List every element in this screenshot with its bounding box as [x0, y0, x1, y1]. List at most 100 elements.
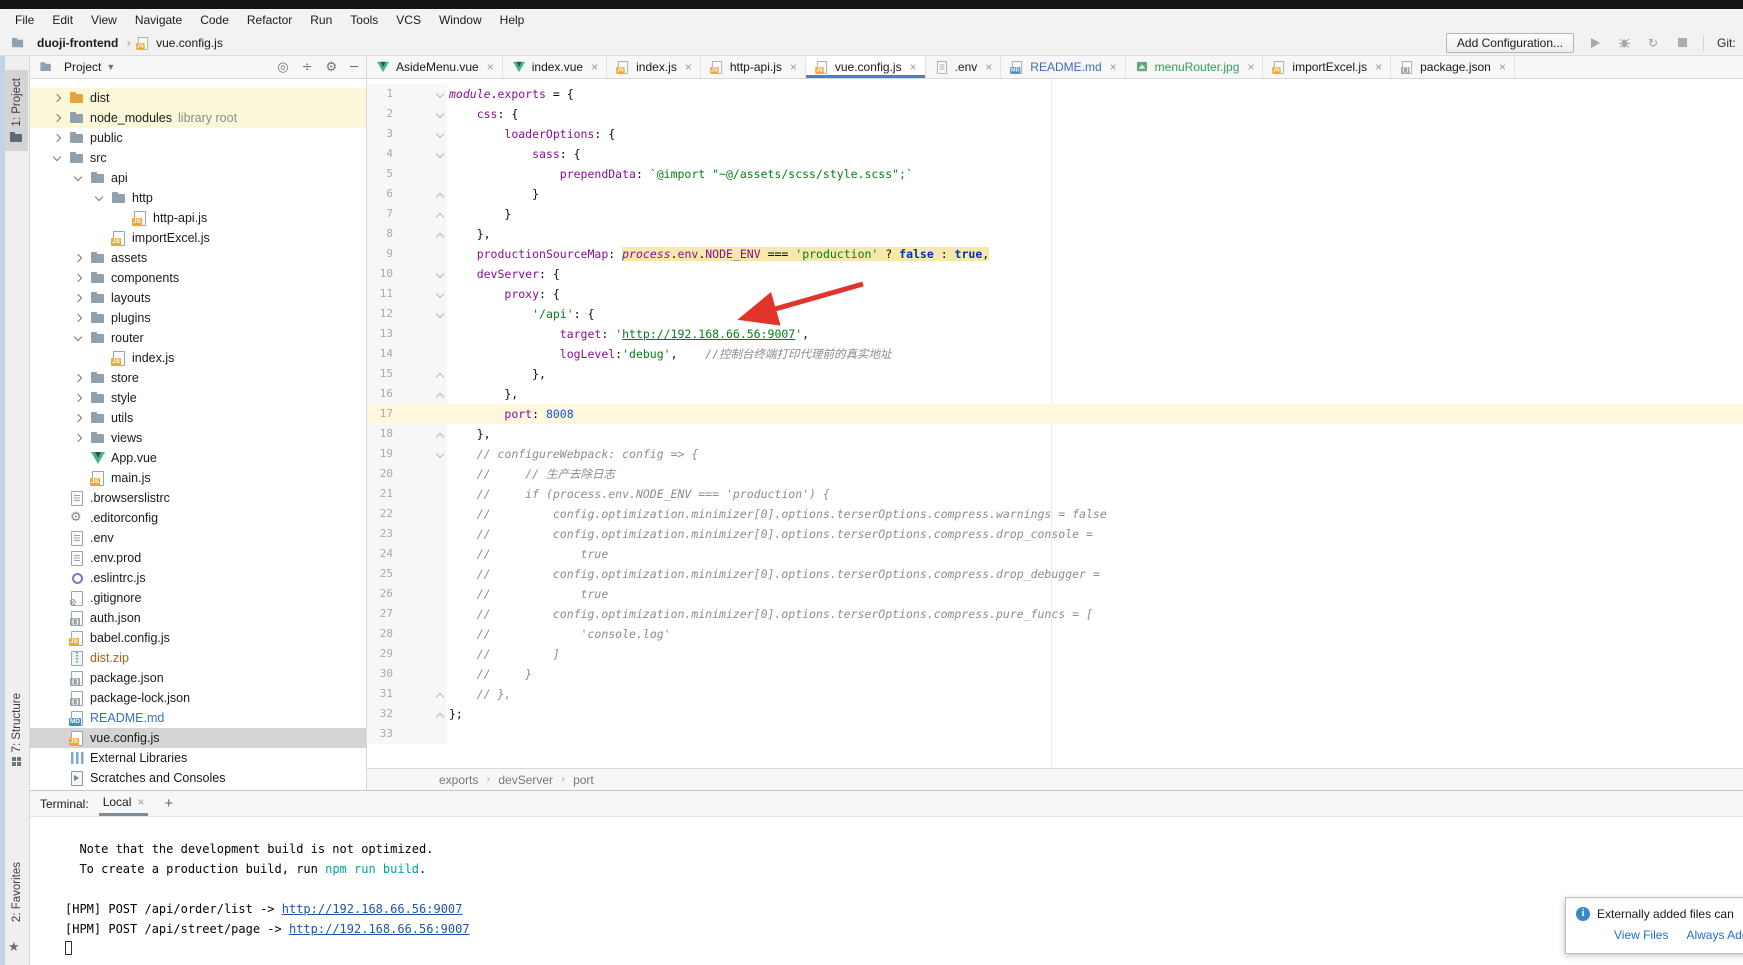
editor-gutter[interactable]: 22	[367, 504, 447, 524]
stripe-button-project[interactable]: 1: Project	[5, 70, 28, 151]
fold-region[interactable]	[433, 271, 447, 277]
editor-gutter[interactable]: 4	[367, 144, 447, 164]
terminal-output[interactable]: Note that the development build is not o…	[30, 817, 1743, 965]
editor-gutter[interactable]: 1	[367, 84, 447, 104]
menu-item-run[interactable]: Run	[301, 13, 341, 27]
tree-expand-icon[interactable]	[53, 134, 61, 142]
editor-gutter[interactable]: 31	[367, 684, 447, 704]
editor-gutter[interactable]: 17	[367, 404, 447, 424]
tree-expand-icon[interactable]	[74, 172, 82, 180]
tree-item-node_modules[interactable]: node_moduleslibrary root	[30, 108, 366, 128]
fold-end-icon[interactable]	[436, 692, 444, 700]
tab-close-icon[interactable]: ×	[1499, 60, 1506, 74]
menu-item-refactor[interactable]: Refactor	[238, 13, 301, 27]
editor-gutter[interactable]: 13	[367, 324, 447, 344]
tree-item-.gitignore[interactable]: .gitignore	[30, 588, 366, 608]
tree-item-dist.zip[interactable]: dist.zip	[30, 648, 366, 668]
tree-expand-icon[interactable]	[53, 114, 61, 122]
new-terminal-session-icon[interactable]: +	[164, 795, 173, 812]
tab-close-icon[interactable]: ×	[910, 60, 917, 74]
tab-close-icon[interactable]: ×	[487, 60, 494, 74]
fold-expanded-icon[interactable]	[436, 130, 444, 138]
editor-gutter[interactable]: 19	[367, 444, 447, 464]
tree-item-src[interactable]: src	[30, 148, 366, 168]
terminal-url-link[interactable]: http://192.168.66.56:9007	[289, 922, 470, 936]
tree-item-vue.config.js[interactable]: vue.config.js	[30, 728, 366, 748]
fold-expanded-icon[interactable]	[436, 270, 444, 278]
fold-region[interactable]	[433, 131, 447, 137]
debug-icon[interactable]	[1616, 35, 1632, 51]
editor-tab-README.md[interactable]: README.md×	[1001, 56, 1125, 78]
tree-expand-icon[interactable]	[74, 332, 82, 340]
editor-tab-menuRouter.jpg[interactable]: menuRouter.jpg×	[1126, 56, 1264, 78]
tree-item-plugins[interactable]: plugins	[30, 308, 366, 328]
terminal-tab-close-icon[interactable]: ×	[137, 795, 144, 809]
menu-item-file[interactable]: File	[6, 13, 43, 27]
fold-region[interactable]	[433, 209, 447, 220]
editor-gutter[interactable]: 25	[367, 564, 447, 584]
menu-item-vcs[interactable]: VCS	[387, 13, 430, 27]
fold-region[interactable]	[433, 369, 447, 380]
tree-expand-icon[interactable]	[74, 274, 82, 282]
tree-item-assets[interactable]: assets	[30, 248, 366, 268]
editor-gutter[interactable]: 9	[367, 244, 447, 264]
tree-item-.editorconfig[interactable]: .editorconfig	[30, 508, 366, 528]
fold-end-icon[interactable]	[436, 372, 444, 380]
menu-item-window[interactable]: Window	[430, 13, 491, 27]
editor-gutter[interactable]: 24	[367, 544, 447, 564]
menu-item-tools[interactable]: Tools	[341, 13, 387, 27]
editor-gutter[interactable]: 18	[367, 424, 447, 444]
fold-region[interactable]	[433, 429, 447, 440]
tree-expand-icon[interactable]	[74, 254, 82, 262]
fold-expanded-icon[interactable]	[436, 150, 444, 158]
editor-tab-AsideMenu.vue[interactable]: AsideMenu.vue×	[367, 56, 503, 78]
tree-item-index.js[interactable]: index.js	[30, 348, 366, 368]
editor-breadcrumb-port[interactable]: port	[573, 773, 594, 787]
tree-item-.env.prod[interactable]: .env.prod	[30, 548, 366, 568]
code-editor[interactable]: 1module.exports = {2 css: {3 loaderOptio…	[367, 79, 1743, 768]
tree-item-utils[interactable]: utils	[30, 408, 366, 428]
stripe-button-structure[interactable]: 7: Structure	[5, 693, 28, 766]
editor-gutter[interactable]: 10	[367, 264, 447, 284]
breadcrumb-project[interactable]: duoji-frontend	[37, 36, 118, 50]
tree-item-App.vue[interactable]: App.vue	[30, 448, 366, 468]
tab-close-icon[interactable]: ×	[591, 60, 598, 74]
editor-gutter[interactable]: 16	[367, 384, 447, 404]
tree-item-layouts[interactable]: layouts	[30, 288, 366, 308]
tree-item-babel.config.js[interactable]: babel.config.js	[30, 628, 366, 648]
hide-panel-icon[interactable]: ─	[350, 60, 358, 75]
editor-gutter[interactable]: 2	[367, 104, 447, 124]
run-icon[interactable]	[1587, 35, 1603, 51]
tree-item-.env[interactable]: .env	[30, 528, 366, 548]
git-widget[interactable]: Git:	[1717, 36, 1743, 50]
rerun-icon[interactable]: ↻	[1645, 35, 1661, 51]
editor-gutter[interactable]: 28	[367, 624, 447, 644]
tree-expand-icon[interactable]	[95, 192, 103, 200]
tree-item-components[interactable]: components	[30, 268, 366, 288]
editor-gutter[interactable]: 7	[367, 204, 447, 224]
tree-item-.browserslistrc[interactable]: .browserslistrc	[30, 488, 366, 508]
tree-expand-icon[interactable]	[74, 414, 82, 422]
editor-breadcrumb-exports[interactable]: exports	[439, 773, 478, 787]
editor-tab-.env[interactable]: .env×	[926, 56, 1002, 78]
editor-gutter[interactable]: 23	[367, 524, 447, 544]
fold-region[interactable]	[433, 111, 447, 117]
editor-gutter[interactable]: 11	[367, 284, 447, 304]
fold-region[interactable]	[433, 389, 447, 400]
fold-region[interactable]	[433, 151, 447, 157]
tab-close-icon[interactable]: ×	[1375, 60, 1382, 74]
menu-item-edit[interactable]: Edit	[43, 13, 82, 27]
editor-tab-vue.config.js[interactable]: vue.config.js×	[806, 56, 926, 78]
editor-gutter[interactable]: 29	[367, 644, 447, 664]
tree-item-.eslintrc.js[interactable]: .eslintrc.js	[30, 568, 366, 588]
editor-gutter[interactable]: 6	[367, 184, 447, 204]
editor-gutter[interactable]: 27	[367, 604, 447, 624]
editor-gutter[interactable]: 8	[367, 224, 447, 244]
editor-tab-importExcel.js[interactable]: importExcel.js×	[1263, 56, 1391, 78]
fold-region[interactable]	[433, 189, 447, 200]
tree-item-views[interactable]: views	[30, 428, 366, 448]
editor-tab-index.vue[interactable]: index.vue×	[503, 56, 607, 78]
menu-item-code[interactable]: Code	[191, 13, 238, 27]
tree-expand-icon[interactable]	[74, 374, 82, 382]
tree-item-api[interactable]: api	[30, 168, 366, 188]
